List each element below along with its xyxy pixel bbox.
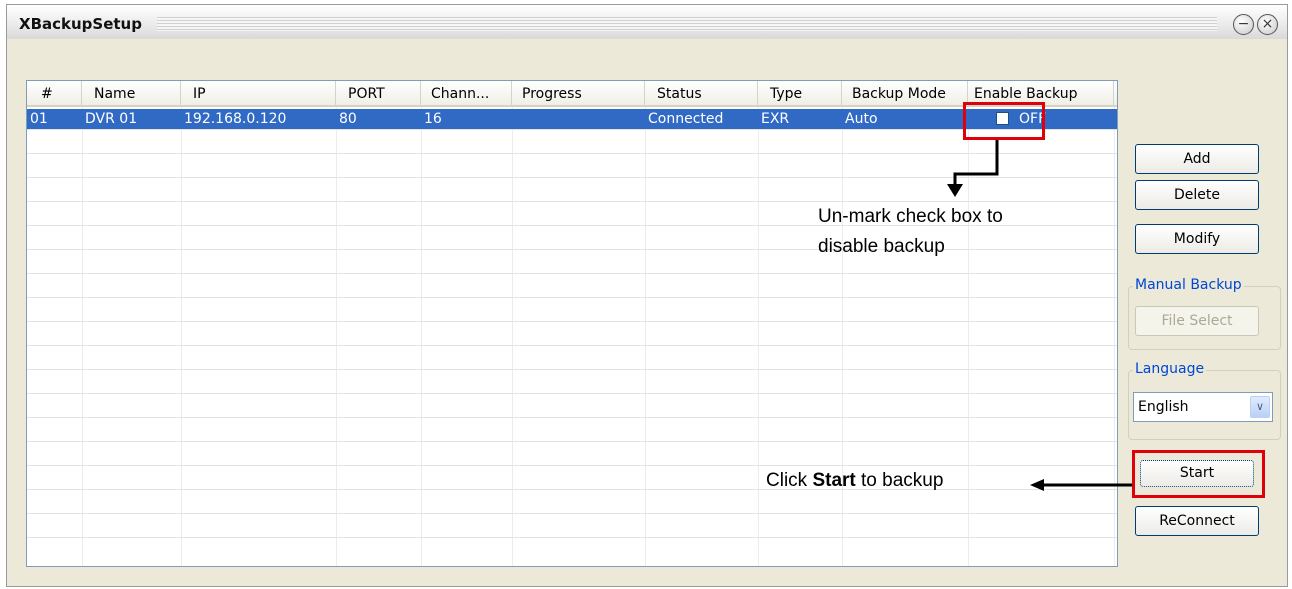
- uncheck-arrow-line: [953, 140, 999, 186]
- start-annotation-post: to backup: [855, 470, 944, 491]
- uncheck-annotation-line2: disable backup: [818, 236, 945, 257]
- annotation-arrows: [947, 140, 1132, 491]
- start-annotation: Click Start to backup: [766, 470, 943, 492]
- start-annotation-bold: Start: [812, 470, 856, 491]
- start-annotation-pre: Click: [766, 470, 813, 491]
- start-arrow-head: [1030, 479, 1044, 491]
- uncheck-arrow-head: [947, 184, 963, 197]
- uncheck-annotation-line1: Un-mark check box to: [818, 206, 1003, 227]
